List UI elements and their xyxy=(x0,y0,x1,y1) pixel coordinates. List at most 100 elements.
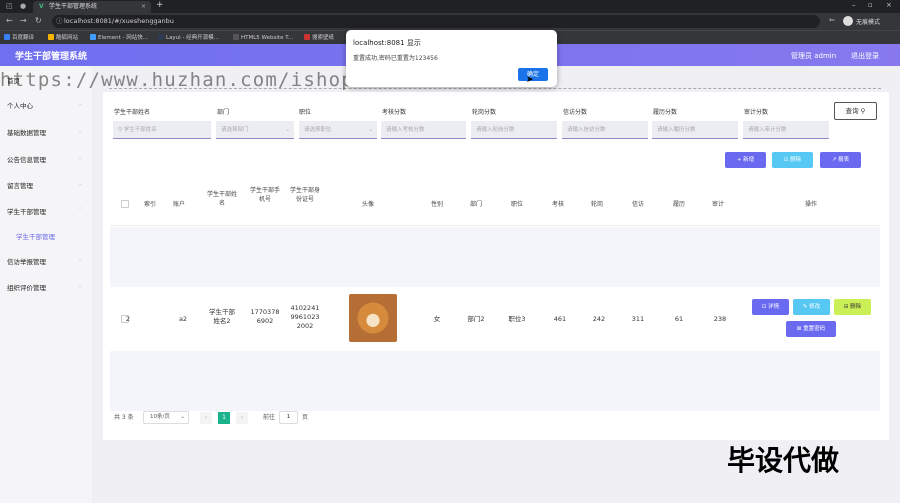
goto-suffix: 页 xyxy=(302,414,309,421)
xinfang-score-input[interactable]: 请输入信访分数 xyxy=(562,121,648,139)
bookmark-item[interactable]: 百度翻译 xyxy=(4,33,34,43)
filter-label: 信访分数 xyxy=(563,109,588,116)
position-select[interactable]: 请选择职位 ⌄ xyxy=(299,121,377,139)
new-tab-button[interactable]: + xyxy=(156,0,164,10)
next-page-button[interactable]: › xyxy=(236,412,248,424)
maximize-icon[interactable]: ▫ xyxy=(868,1,873,9)
sidebar-item-messages[interactable]: 留言管理 xyxy=(7,180,33,190)
element-icon xyxy=(90,34,96,40)
report-button[interactable]: ↗ 报表 xyxy=(820,152,861,168)
page-1-button[interactable]: 1 xyxy=(218,412,230,424)
address-bar[interactable]: ⓘ localhost:8081/#/xueshengganbu xyxy=(52,15,820,28)
page-size-select[interactable]: 10条/页 ⌄ xyxy=(143,411,189,424)
bookmark-item[interactable]: Element - 网站快... xyxy=(90,33,148,43)
reload-icon[interactable]: ↻ xyxy=(35,16,42,25)
total-count: 共 3 条 xyxy=(114,414,134,421)
back-icon[interactable]: ← xyxy=(6,16,13,25)
chevron-down-icon: ⌄ xyxy=(78,181,83,187)
share-icon[interactable]: ⇐ xyxy=(829,16,835,24)
bulk-delete-button[interactable]: ⊡ 删除 xyxy=(772,152,813,168)
kaohe-score-input[interactable]: 请输入考核分数 xyxy=(381,121,466,139)
department-select[interactable]: 请选择部门 ⌄ xyxy=(216,121,294,139)
translate-icon xyxy=(4,34,10,40)
filter-label: 职位 xyxy=(299,109,312,116)
column-header: 头像 xyxy=(361,201,374,208)
column-header: 审计 xyxy=(711,201,724,208)
forward-icon[interactable]: → xyxy=(20,16,27,25)
folder-icon xyxy=(48,34,54,40)
sidebar-item-student-cadre[interactable]: 学生干部管理 xyxy=(7,206,46,216)
column-header: 账户 xyxy=(172,201,185,208)
chevron-down-icon: ⌄ xyxy=(180,414,185,420)
column-header: 学生干部身份证号 xyxy=(290,187,321,203)
lungang-score-input[interactable]: 请输入轮岗分数 xyxy=(471,121,557,139)
user-label: 管理员 admin xyxy=(791,52,837,60)
column-header: 履历 xyxy=(672,201,685,208)
column-header: 轮岗 xyxy=(590,201,603,208)
bookmark-item[interactable]: Layui - 经典开源模... xyxy=(158,33,219,43)
table-row xyxy=(110,227,880,287)
sidebar-subitem-student-cadre[interactable]: 学生干部管理 xyxy=(16,231,55,241)
browser-toolbar: ← → ↻ ⓘ localhost:8081/#/xueshengganbu ⇐… xyxy=(0,13,900,30)
sidebar-item-profile[interactable]: 个人中心 xyxy=(7,100,33,110)
alert-dialog: localhost:8081 显示 重置成功,密码已重置为123456 确定 ➤ xyxy=(346,30,557,87)
table-row xyxy=(110,351,880,411)
chevron-up-icon: ⌃ xyxy=(78,207,83,213)
column-header: 考核 xyxy=(551,201,564,208)
chevron-down-icon: ⌄ xyxy=(368,127,373,133)
chevron-down-icon: ⌄ xyxy=(78,257,83,263)
wallpaper-icon xyxy=(304,34,310,40)
column-header: 部门 xyxy=(469,201,482,208)
html5-icon xyxy=(233,34,239,40)
browser-tab[interactable]: V 学生干部管理系统 × xyxy=(33,1,151,13)
close-icon[interactable]: × xyxy=(141,1,146,13)
chevron-down-icon: ⌄ xyxy=(78,155,83,161)
filter-label: 轮岗分数 xyxy=(472,109,497,116)
filter-label: 学生干部姓名 xyxy=(114,109,151,116)
sidebar: 首页 个人中心 ⌄ 基础数据管理 ⌄ 公告信息管理 ⌄ 留言管理 ⌄ 学生干部管… xyxy=(0,66,92,503)
table-row xyxy=(110,289,880,349)
tab-title: 学生干部管理系统 xyxy=(49,3,98,10)
cursor-icon: ➤ xyxy=(526,75,534,85)
github-icon[interactable]: ● xyxy=(20,2,26,10)
search-button[interactable]: 查询 ⚲ xyxy=(834,102,877,120)
column-header: 学生干部姓名 xyxy=(207,191,238,207)
browser-tab-strip: ◰ ● V 学生干部管理系统 × + – ▫ × xyxy=(0,0,900,13)
select-all-checkbox[interactable] xyxy=(121,200,129,208)
lvli-score-input[interactable]: 请输入履历分数 xyxy=(652,121,738,139)
overlay-caption: 毕设代做 xyxy=(727,444,840,477)
prev-page-button[interactable]: ‹ xyxy=(200,412,212,424)
filter-label: 履历分数 xyxy=(653,109,678,116)
sidebar-item-evaluation[interactable]: 组织评价管理 xyxy=(7,282,46,292)
chevron-down-icon: ⌄ xyxy=(78,283,83,289)
minimize-icon[interactable]: – xyxy=(852,1,856,9)
column-header: 操作 xyxy=(804,201,817,208)
incognito-label[interactable]: 无痕模式 xyxy=(856,17,880,26)
add-button[interactable]: + 新增 xyxy=(725,152,766,168)
goto-label: 前往 xyxy=(263,414,276,421)
info-icon: ⓘ xyxy=(56,17,63,25)
shenji-score-input[interactable]: 请输入审计分数 xyxy=(743,121,829,139)
chevron-down-icon: ⌄ xyxy=(78,128,83,134)
column-header: 学生干部手机号 xyxy=(250,187,281,203)
window-icon[interactable]: ◰ xyxy=(6,2,13,10)
goto-page-input[interactable]: 1 xyxy=(279,411,298,424)
logout-link[interactable]: 退出登录 xyxy=(851,51,879,61)
address-text: localhost:8081/#/xueshengganbu xyxy=(64,17,174,25)
name-search-input[interactable]: ⚲ 学生干部姓名 xyxy=(113,121,211,139)
dialog-message: 重置成功,密码已重置为123456 xyxy=(353,55,438,62)
bookmark-item[interactable]: HTML5 Website T... xyxy=(233,33,293,43)
search-icon: ⚲ xyxy=(860,107,866,115)
column-header: 职位 xyxy=(510,201,523,208)
sidebar-item-notices[interactable]: 公告信息管理 xyxy=(7,154,46,164)
dialog-title: localhost:8081 显示 xyxy=(353,39,421,47)
chevron-down-icon: ⌄ xyxy=(78,101,83,107)
sidebar-item-basic-data[interactable]: 基础数据管理 xyxy=(7,127,46,137)
bookmark-item[interactable]: 搜索壁纸 xyxy=(304,33,334,43)
bookmark-item[interactable]: 酷狐网站 xyxy=(48,33,78,43)
incognito-icon xyxy=(843,16,853,26)
window-close-icon[interactable]: × xyxy=(886,1,892,9)
layui-icon xyxy=(158,34,164,40)
sidebar-item-petition[interactable]: 信访举报管理 xyxy=(7,256,46,266)
vue-logo-icon: V xyxy=(39,3,44,10)
